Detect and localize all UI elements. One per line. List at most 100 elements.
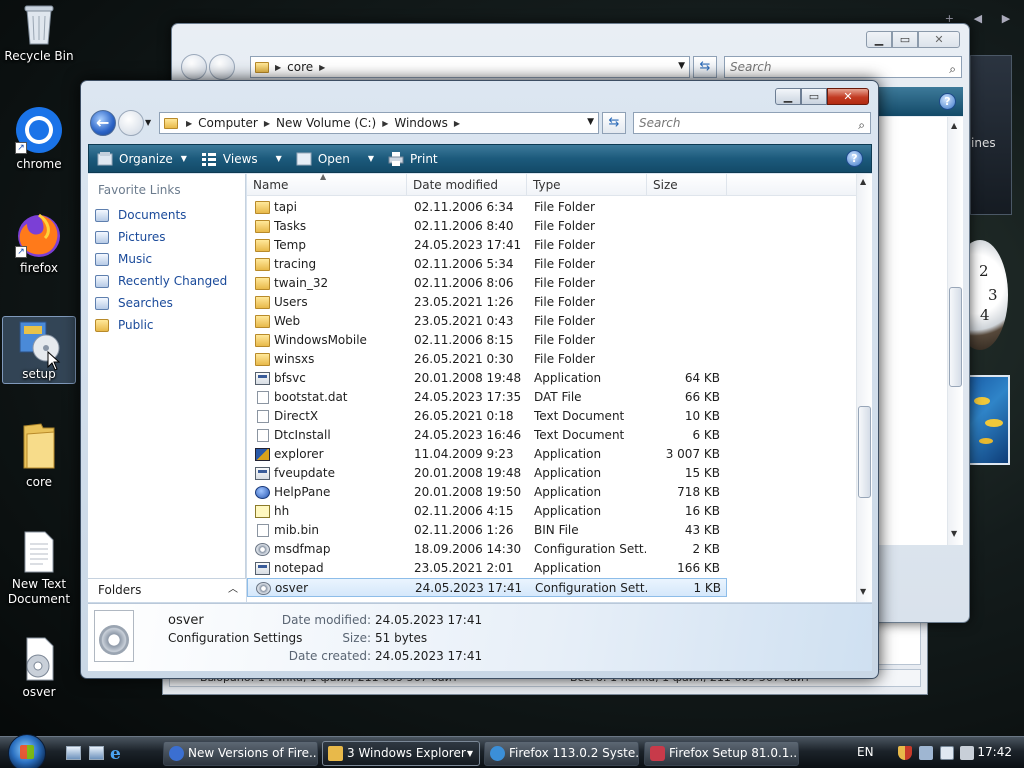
language-indicator[interactable]: EN bbox=[857, 745, 874, 759]
nav-link-documents[interactable]: Documents bbox=[95, 208, 186, 222]
file-row[interactable]: tracing 02.11.2006 5:34 File Folder bbox=[247, 255, 727, 274]
file-row[interactable]: Web 23.05.2021 0:43 File Folder bbox=[247, 312, 727, 331]
help-icon[interactable]: ? bbox=[846, 150, 863, 167]
chevron-down-icon[interactable]: ▼ bbox=[587, 117, 594, 127]
file-row[interactable]: osver 24.05.2023 17:41 Configuration Sett.… bbox=[247, 578, 727, 597]
minimize-button[interactable]: ▁ bbox=[775, 88, 801, 105]
display-icon[interactable] bbox=[940, 746, 954, 760]
nav-link-public[interactable]: Public bbox=[95, 318, 154, 332]
search-icon[interactable]: ⌕ bbox=[858, 115, 865, 135]
file-name: Web bbox=[274, 314, 301, 328]
desktop-icon-new-text-document[interactable]: New Text Document bbox=[2, 530, 76, 607]
search-input[interactable]: Search ⌕ bbox=[633, 112, 871, 134]
breadcrumb-item[interactable]: core bbox=[287, 60, 313, 74]
taskbar-clock[interactable]: 17:42 bbox=[977, 745, 1012, 759]
back-button[interactable]: ← bbox=[90, 110, 116, 136]
file-row[interactable]: bootstat.dat 24.05.2023 17:35 DAT File 66 K… bbox=[247, 388, 727, 407]
file-row[interactable]: Temp 24.05.2023 17:41 File Folder bbox=[247, 236, 727, 255]
network-icon[interactable] bbox=[919, 746, 933, 760]
folders-toggle[interactable]: Folders ︿ bbox=[88, 578, 246, 602]
file-row[interactable]: explorer 11.04.2009 9:23 Application 3 007 … bbox=[247, 445, 727, 464]
column-header-date-modified[interactable]: Date modified bbox=[407, 174, 527, 196]
desktop-icon-core[interactable]: core bbox=[2, 422, 76, 490]
start-button[interactable] bbox=[8, 734, 46, 768]
address-bar[interactable]: ▶ core ▶ ▼ bbox=[250, 56, 690, 78]
explorer-window[interactable]: ▁ ▭ ✕ ← ▼ ▶ Computer ▶ New Volume (C:) ▶… bbox=[80, 80, 879, 679]
taskbar-button-firefox-setup[interactable]: Firefox Setup 81.0.1.... bbox=[644, 741, 799, 766]
desktop-icon-recycle-bin[interactable]: Recycle Bin bbox=[2, 2, 76, 64]
file-row[interactable]: fveupdate 20.01.2008 19:48 Application 15 K… bbox=[247, 464, 727, 483]
minimize-button[interactable]: ▁ bbox=[866, 31, 892, 48]
taskbar-button-firefox-113[interactable]: Firefox 113.0.2 Syste... bbox=[484, 741, 639, 766]
security-shield-icon[interactable] bbox=[898, 746, 912, 760]
scroll-down-icon[interactable]: ▼ bbox=[860, 587, 866, 596]
volume-muted-icon[interactable] bbox=[960, 746, 974, 760]
file-row[interactable]: HelpPane 20.01.2008 19:50 Application 718 K… bbox=[247, 483, 727, 502]
print-button[interactable]: Print bbox=[388, 145, 438, 172]
prev-icon[interactable]: ◀ bbox=[974, 12, 982, 28]
views-button[interactable]: Views ▼ bbox=[201, 145, 282, 172]
open-button[interactable]: Open ▼ bbox=[296, 145, 374, 172]
nav-link-recently-changed[interactable]: Recently Changed bbox=[95, 274, 227, 288]
file-row[interactable]: mib.bin 02.11.2006 1:26 BIN File 43 KB bbox=[247, 521, 727, 540]
nav-link-pictures[interactable]: Pictures bbox=[95, 230, 166, 244]
breadcrumb-item[interactable]: New Volume (C:) bbox=[276, 116, 376, 130]
breadcrumb-item[interactable]: Windows bbox=[394, 116, 448, 130]
close-button[interactable]: ✕ bbox=[827, 88, 869, 105]
scroll-up-icon[interactable]: ▲ bbox=[860, 177, 866, 186]
column-header-name[interactable]: Name ▲ bbox=[247, 174, 407, 196]
file-row[interactable]: Users 23.05.2021 1:26 File Folder bbox=[247, 293, 727, 312]
chevron-down-icon[interactable]: ▼ bbox=[678, 61, 685, 71]
desktop-icon-chrome[interactable]: ↗ chrome bbox=[2, 106, 76, 172]
nav-link-searches[interactable]: Searches bbox=[95, 296, 173, 310]
scroll-thumb[interactable] bbox=[858, 406, 871, 498]
file-row[interactable]: winsxs 26.05.2021 0:30 File Folder bbox=[247, 350, 727, 369]
scroll-up-icon[interactable]: ▲ bbox=[951, 121, 957, 130]
address-bar[interactable]: ▶ Computer ▶ New Volume (C:) ▶ Windows ▶… bbox=[159, 112, 599, 134]
show-desktop-icon[interactable] bbox=[66, 746, 81, 760]
file-row[interactable]: DirectX 26.05.2021 0:18 Text Document 10 KB bbox=[247, 407, 727, 426]
gadget-slideshow[interactable] bbox=[966, 375, 1010, 465]
file-list-scrollbar[interactable]: ▲ ▼ bbox=[856, 174, 872, 602]
search-input[interactable]: Search ⌕ bbox=[724, 56, 962, 78]
background-scrollbar[interactable]: ▲ ▼ bbox=[947, 117, 963, 545]
refresh-button[interactable]: ⇆ bbox=[693, 56, 717, 78]
scroll-thumb[interactable] bbox=[949, 287, 962, 387]
column-header-size[interactable]: Size bbox=[647, 174, 727, 196]
desktop-icon-setup[interactable]: setup bbox=[2, 316, 76, 384]
scroll-down-icon[interactable]: ▼ bbox=[951, 529, 957, 538]
file-row[interactable]: DtcInstall 24.05.2023 16:46 Text Document 6… bbox=[247, 426, 727, 445]
column-header-type[interactable]: Type bbox=[527, 174, 647, 196]
nav-link-music[interactable]: Music bbox=[95, 252, 152, 266]
recent-pages-chevron-icon[interactable]: ▼ bbox=[145, 118, 151, 127]
back-button[interactable] bbox=[181, 54, 207, 80]
file-row[interactable]: twain_32 02.11.2006 8:06 File Folder bbox=[247, 274, 727, 293]
desktop-icon-firefox[interactable]: ↗ firefox bbox=[2, 212, 76, 276]
taskbar-button-windows-explorer[interactable]: 3 Windows Explorer ▼ bbox=[322, 741, 480, 766]
maximize-button[interactable]: ▭ bbox=[892, 31, 918, 48]
file-row[interactable]: notepad 23.05.2021 2:01 Application 166 KB bbox=[247, 559, 727, 578]
help-icon[interactable]: ? bbox=[939, 93, 956, 110]
file-row[interactable]: msdfmap 18.09.2006 14:30 Configuration Set… bbox=[247, 540, 727, 559]
caption-buttons: ▁ ▭ ✕ bbox=[866, 31, 960, 48]
internet-explorer-icon[interactable]: e bbox=[110, 744, 121, 764]
maximize-button[interactable]: ▭ bbox=[801, 88, 827, 105]
close-button[interactable]: ✕ bbox=[918, 31, 960, 48]
file-row[interactable]: Tasks 02.11.2006 8:40 File Folder bbox=[247, 217, 727, 236]
organize-button[interactable]: Organize ▼ bbox=[97, 145, 187, 172]
forward-button[interactable] bbox=[118, 110, 144, 136]
breadcrumb-item[interactable]: Computer bbox=[198, 116, 258, 130]
search-icon[interactable]: ⌕ bbox=[949, 59, 956, 79]
gadget-feed[interactable]: ines bbox=[970, 55, 1012, 215]
taskbar-button-new-versions-of-firefox[interactable]: New Versions of Fire... bbox=[163, 741, 318, 766]
folder-icon bbox=[255, 315, 270, 328]
file-row[interactable]: bfsvc 20.01.2008 19:48 Application 64 KB bbox=[247, 369, 727, 388]
switch-windows-icon[interactable] bbox=[89, 746, 104, 760]
file-row[interactable]: tapi 02.11.2006 6:34 File Folder bbox=[247, 198, 727, 217]
file-row[interactable]: hh 02.11.2006 4:15 Application 16 KB bbox=[247, 502, 727, 521]
refresh-button[interactable]: ⇆ bbox=[602, 112, 626, 134]
next-icon[interactable]: ▶ bbox=[1002, 12, 1010, 28]
desktop-icon-osver[interactable]: osver bbox=[2, 636, 76, 700]
forward-button[interactable] bbox=[209, 54, 235, 80]
file-row[interactable]: WindowsMobile 02.11.2006 8:15 File Folder bbox=[247, 331, 727, 350]
